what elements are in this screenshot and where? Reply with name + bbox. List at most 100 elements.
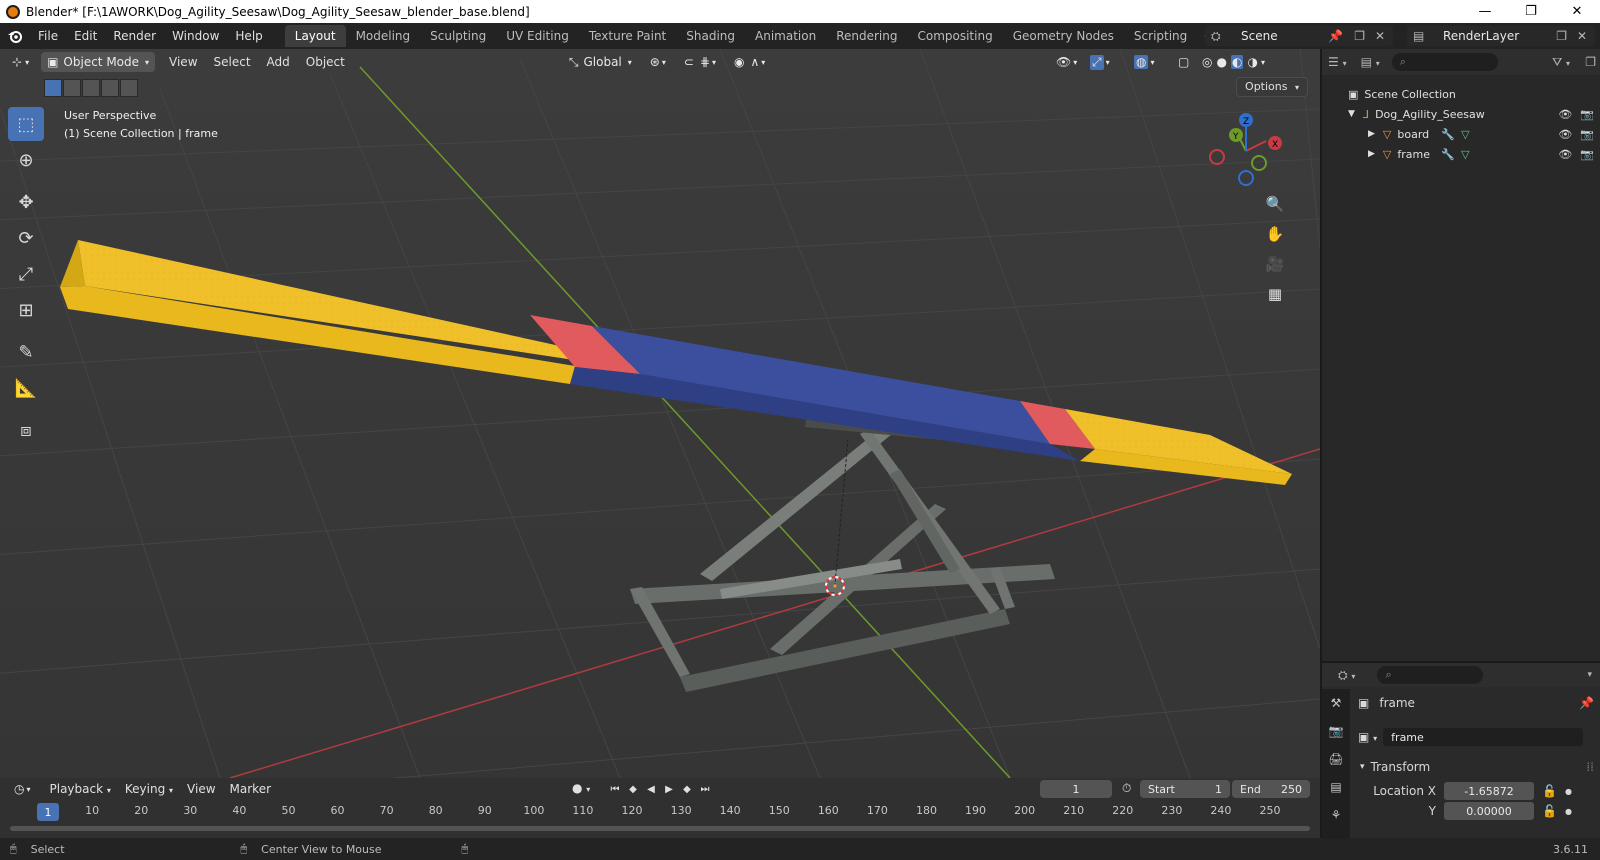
tab-scripting[interactable]: Scripting	[1124, 25, 1197, 47]
menu-window[interactable]: Window	[164, 23, 227, 49]
modifier-wrench-icon[interactable]: 🔧	[1441, 148, 1455, 161]
select-extend-icon[interactable]	[63, 79, 81, 97]
chevron-down-icon[interactable]: ▾	[1587, 670, 1592, 680]
tab-compositing[interactable]: Compositing	[907, 25, 1002, 47]
current-frame-field[interactable]: 1	[1040, 780, 1112, 798]
camera-icon[interactable]: 📷	[1580, 108, 1594, 121]
select-box-tool-icon[interactable]: ⬚	[8, 107, 44, 141]
eye-icon[interactable]: 👁	[1558, 108, 1572, 121]
new-layer-icon[interactable]: ❐	[1556, 29, 1567, 43]
next-keyframe-icon[interactable]: ◆	[678, 780, 696, 798]
lock-icon[interactable]: 🔓	[1542, 784, 1557, 798]
tab-sculpting[interactable]: Sculpting	[420, 25, 496, 47]
end-frame-field[interactable]: End 250	[1232, 780, 1310, 798]
rotate-tool-icon[interactable]: ⟳	[8, 221, 44, 255]
neg-y-axis-icon[interactable]	[1251, 155, 1267, 171]
delete-layer-icon[interactable]: ✕	[1577, 29, 1587, 43]
select-intersect-icon[interactable]	[120, 79, 138, 97]
tab-layout[interactable]: Layout	[284, 25, 346, 47]
select-subtract-icon[interactable]	[82, 79, 100, 97]
timeline-editor-type-dropdown[interactable]: ◷ ▾	[8, 779, 37, 799]
new-scene-icon[interactable]: ❐	[1354, 29, 1365, 43]
stopwatch-icon[interactable]: ⏱	[1122, 781, 1131, 796]
record-icon[interactable]: ● ▾	[572, 781, 590, 795]
timeline-menu-keying[interactable]: Keying ▾	[118, 782, 180, 796]
zoom-icon[interactable]: 🔍	[1260, 189, 1290, 219]
tab-texture-paint[interactable]: Texture Paint	[579, 25, 676, 47]
scene-tab-icon[interactable]: ⚘	[1322, 801, 1350, 829]
navigation-gizmo[interactable]: X Y Z	[1208, 111, 1298, 191]
timeline-ruler[interactable]: 1 10 20 30 40 50 60 70 80 90 100 110 120 130 140 150 160…	[0, 801, 1320, 823]
measure-tool-icon[interactable]: 📐	[8, 371, 44, 405]
tab-geometry-nodes[interactable]: Geometry Nodes	[1003, 25, 1124, 47]
properties-search-input[interactable]: ⌕	[1377, 666, 1484, 684]
camera-icon[interactable]: 📷	[1580, 128, 1594, 141]
scene-selector[interactable]: ⛭ Scene 📌 ❐ ✕	[1205, 26, 1393, 46]
render-layer-selector[interactable]: ▤ RenderLayer ❐ ✕	[1407, 26, 1595, 46]
play-reverse-icon[interactable]: ◀	[642, 780, 660, 798]
new-collection-icon[interactable]: ❐	[1585, 55, 1596, 69]
eye-icon[interactable]: 👁	[1558, 128, 1572, 141]
outliner-search-input[interactable]: ⌕	[1391, 53, 1498, 71]
jump-end-icon[interactable]: ⏭	[696, 780, 714, 798]
mesh-data-icon[interactable]: ▽	[1461, 128, 1469, 141]
menu-edit[interactable]: Edit	[66, 23, 105, 49]
viewport-menu-object[interactable]: Object	[298, 55, 353, 69]
solid-shading-icon[interactable]: ●	[1216, 55, 1226, 69]
outliner-row-scene-collection[interactable]: ▣ Scene Collection	[1322, 84, 1600, 104]
keyframe-dot-icon[interactable]: ●	[1565, 787, 1572, 796]
wireframe-shading-icon[interactable]: ◎	[1202, 55, 1212, 69]
current-frame-indicator[interactable]: 1	[37, 803, 59, 821]
ortho-grid-icon[interactable]: ▦	[1260, 279, 1290, 309]
location-x-field[interactable]: -1.65872	[1444, 782, 1534, 800]
scale-tool-icon[interactable]: ⤢	[8, 257, 44, 291]
annotate-tool-icon[interactable]: ✎	[8, 335, 44, 369]
eye-icon[interactable]: 👁	[1558, 148, 1572, 161]
tool-tab-icon[interactable]: ⚒	[1322, 689, 1350, 717]
neg-x-axis-icon[interactable]	[1209, 149, 1225, 165]
properties-editor-icon[interactable]: ⛭ ▾	[1338, 668, 1355, 683]
prev-keyframe-icon[interactable]: ◆	[624, 780, 642, 798]
camera-view-icon[interactable]: 🎥	[1260, 249, 1290, 279]
neg-z-axis-icon[interactable]	[1238, 170, 1254, 186]
outliner-editor-icon[interactable]: ☰ ▾	[1328, 55, 1347, 69]
tab-rendering[interactable]: Rendering	[826, 25, 907, 47]
transform-panel-header[interactable]: ▾ Transform ⁞⁞	[1354, 757, 1598, 777]
outliner-row-collection[interactable]: ▼ ⅃ Dog_Agility_Seesaw 👁 📷	[1322, 104, 1600, 124]
start-frame-field[interactable]: Start 1	[1140, 780, 1230, 798]
gizmo-toggle[interactable]: ⤢ ▾	[1084, 52, 1116, 72]
material-shading-icon[interactable]: ◐	[1230, 55, 1244, 69]
move-tool-icon[interactable]: ✥	[8, 185, 44, 219]
play-icon[interactable]: ▶	[660, 780, 678, 798]
location-y-field[interactable]: 0.00000	[1444, 802, 1534, 820]
viewport-menu-add[interactable]: Add	[259, 55, 298, 69]
blender-menu-icon[interactable]	[0, 23, 30, 49]
jump-start-icon[interactable]: ⏮	[606, 780, 624, 798]
close-button[interactable]: ✕	[1554, 0, 1600, 23]
add-cube-tool-icon[interactable]: ⧈	[8, 413, 44, 447]
outliner-row-frame[interactable]: ▶ ▽ frame 🔧 ▽ 👁 📷	[1322, 144, 1600, 164]
expand-arrow-icon[interactable]: ▼	[1348, 109, 1355, 119]
view-layer-tab-icon[interactable]: ▤	[1322, 773, 1350, 801]
camera-icon[interactable]: 📷	[1580, 148, 1594, 161]
transform-tool-icon[interactable]: ⊞	[8, 293, 44, 327]
timeline-menu-view[interactable]: View	[180, 782, 222, 796]
shading-modes[interactable]: ◎ ● ◐ ◑ ▾	[1196, 52, 1271, 72]
lock-icon[interactable]: 🔓	[1542, 804, 1557, 818]
menu-render[interactable]: Render	[105, 23, 164, 49]
drag-handle-icon[interactable]: ⁞⁞	[1586, 760, 1594, 774]
modifier-wrench-icon[interactable]: 🔧	[1441, 128, 1455, 141]
object-name-field[interactable]: frame	[1383, 728, 1584, 746]
expand-arrow-icon[interactable]: ▶	[1368, 129, 1375, 139]
keyframe-dot-icon[interactable]: ●	[1565, 807, 1572, 816]
timeline-menu-marker[interactable]: Marker	[223, 782, 278, 796]
snap-toggle[interactable]: ⊂ ⋕ ▾	[678, 52, 722, 72]
options-dropdown[interactable]: Options ▾	[1236, 77, 1308, 97]
rendered-shading-icon[interactable]: ◑	[1247, 55, 1257, 69]
delete-scene-icon[interactable]: ✕	[1375, 29, 1385, 43]
select-new-icon[interactable]	[44, 79, 62, 97]
viewport-menu-select[interactable]: Select	[206, 55, 259, 69]
visibility-dropdown[interactable]: 👁 ▾	[1050, 52, 1083, 72]
output-tab-icon[interactable]: 🖨	[1322, 745, 1350, 773]
mode-dropdown[interactable]: ▣ Object Mode ▾	[41, 52, 156, 72]
